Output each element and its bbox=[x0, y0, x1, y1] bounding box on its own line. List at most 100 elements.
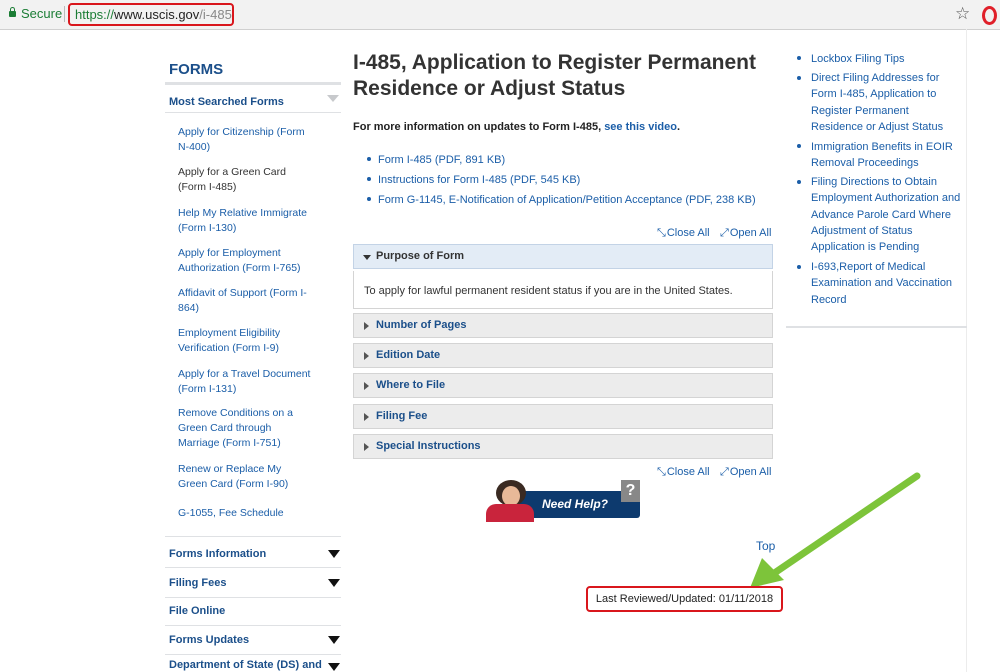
document-link[interactable]: Instructions for Form I-485 (PDF, 545 KB… bbox=[367, 174, 580, 186]
address-divider bbox=[64, 6, 65, 22]
chevron-down-icon[interactable] bbox=[328, 550, 340, 558]
sidebar-link[interactable]: Apply for Employment Authorization (Form… bbox=[178, 246, 313, 276]
sidebar-link[interactable]: Apply for a Travel Document (Form I-131) bbox=[178, 367, 313, 397]
url-protocol: https:// bbox=[75, 7, 115, 22]
sidebar-section-forms-updates[interactable]: Forms Updates bbox=[169, 634, 249, 646]
related-link[interactable]: I-693,Report of Medical Examination and … bbox=[811, 259, 963, 308]
related-link[interactable]: Direct Filing Addresses for Form I-485, … bbox=[811, 70, 963, 135]
collapse-icon: ⤡ bbox=[657, 227, 666, 239]
sidebar-link[interactable]: G-1055, Fee Schedule bbox=[178, 506, 313, 521]
expand-icon: ⤢ bbox=[720, 227, 729, 239]
annotation-arrow-shaft bbox=[766, 472, 921, 580]
accordion-filing-fee[interactable]: Filing Fee bbox=[353, 404, 773, 429]
sidebar-link[interactable]: Employment Eligibility Verification (For… bbox=[178, 326, 313, 356]
url-host: www.uscis.gov bbox=[114, 7, 200, 22]
open-all-label: Open All bbox=[729, 227, 772, 239]
chevron-down-icon[interactable] bbox=[328, 663, 340, 671]
sidebar-link[interactable]: Affidavit of Support (Form I-864) bbox=[178, 286, 313, 316]
most-searched-heading[interactable]: Most Searched Forms bbox=[169, 96, 284, 108]
accordion-body: To apply for lawful permanent resident s… bbox=[353, 271, 773, 309]
bullet-icon bbox=[797, 265, 801, 269]
question-mark-icon: ? bbox=[621, 480, 640, 502]
secure-indicator[interactable]: Secure bbox=[9, 6, 62, 21]
sidebar-divider bbox=[165, 654, 341, 655]
sidebar-link[interactable]: Remove Conditions on a Green Card throug… bbox=[178, 406, 303, 451]
accordion-number-of-pages[interactable]: Number of Pages bbox=[353, 313, 773, 338]
caret-right-icon bbox=[364, 382, 369, 390]
sidebar-section-filing-fees[interactable]: Filing Fees bbox=[169, 577, 226, 589]
address-bar: Secure https://www.uscis.gov/i-485 ☆ bbox=[0, 0, 1000, 30]
bullet-icon bbox=[367, 157, 371, 161]
bullet-icon bbox=[367, 197, 371, 201]
chevron-down-icon[interactable] bbox=[327, 95, 339, 102]
document-link[interactable]: Form I-485 (PDF, 891 KB) bbox=[367, 154, 505, 166]
collapse-icon: ⤡ bbox=[657, 466, 666, 478]
annotation-arrow bbox=[750, 472, 921, 588]
purpose-text: To apply for lawful permanent resident s… bbox=[364, 285, 733, 297]
secure-label: Secure bbox=[21, 6, 63, 21]
more-info-end: . bbox=[676, 121, 681, 133]
accordion-edition-date[interactable]: Edition Date bbox=[353, 343, 773, 368]
bookmark-star-icon[interactable]: ☆ bbox=[955, 4, 970, 24]
need-help-label: Need Help? bbox=[542, 497, 609, 511]
related-link[interactable]: Filing Directions to Obtain Employment A… bbox=[811, 174, 963, 255]
last-reviewed-date: Last Reviewed/Updated: 01/11/2018 bbox=[586, 586, 783, 612]
sidebar-link[interactable]: Apply for Citizenship (Form N-400) bbox=[178, 125, 313, 155]
accordion-purpose-of-form[interactable]: Purpose of Form bbox=[353, 244, 773, 269]
open-all-button[interactable]: ⤢Open All bbox=[720, 227, 771, 240]
document-link-label: Instructions for Form I-485 (PDF, 545 KB… bbox=[378, 174, 581, 186]
caret-right-icon bbox=[364, 352, 369, 360]
sidebar-link-current[interactable]: Apply for a Green Card (Form I-485) bbox=[178, 165, 313, 195]
related-link[interactable]: Lockbox Filing Tips bbox=[811, 51, 963, 67]
more-info-text: For more information on updates to Form … bbox=[353, 121, 680, 133]
content-border bbox=[966, 29, 967, 672]
related-link[interactable]: Immigration Benefits in EOIR Removal Pro… bbox=[811, 139, 963, 172]
caret-right-icon bbox=[364, 413, 369, 421]
need-help-button[interactable]: Need Help? ? bbox=[482, 478, 640, 522]
accordion-where-to-file[interactable]: Where to File bbox=[353, 373, 773, 398]
lock-icon bbox=[9, 7, 16, 17]
agent-face bbox=[502, 486, 520, 506]
sidebar-title: FORMS bbox=[169, 61, 224, 78]
video-link[interactable]: see this video bbox=[604, 121, 677, 133]
sidebar-divider bbox=[165, 82, 341, 85]
agent-body bbox=[486, 504, 534, 522]
bullet-icon bbox=[797, 180, 801, 184]
sidebar-section-file-online[interactable]: File Online bbox=[169, 605, 225, 617]
url-path: /i-485 bbox=[199, 7, 232, 22]
bullet-icon bbox=[797, 56, 801, 60]
caret-right-icon bbox=[364, 322, 369, 330]
accordion-special-instructions[interactable]: Special Instructions bbox=[353, 434, 773, 459]
sidebar-section-department-of-state[interactable]: Department of State (DS) and bbox=[169, 659, 322, 671]
caret-right-icon bbox=[364, 443, 369, 451]
sidebar-divider bbox=[165, 112, 341, 113]
bullet-icon bbox=[797, 144, 801, 148]
close-all-label: Close All bbox=[666, 466, 710, 478]
document-link[interactable]: Form G-1145, E-Notification of Applicati… bbox=[367, 194, 756, 206]
accordion-label: Edition Date bbox=[376, 349, 441, 361]
accordion-label: Filing Fee bbox=[376, 410, 428, 422]
sidebar-section-forms-information[interactable]: Forms Information bbox=[169, 548, 266, 560]
caret-down-icon bbox=[363, 255, 371, 260]
bullet-icon bbox=[367, 177, 371, 181]
sidebar-divider bbox=[165, 597, 341, 598]
sidebar-link[interactable]: Renew or Replace My Green Card (Form I-9… bbox=[178, 462, 313, 492]
close-all-label: Close All bbox=[666, 227, 710, 239]
close-all-button[interactable]: ⤡Close All bbox=[657, 466, 710, 479]
right-divider bbox=[786, 326, 967, 328]
opera-icon[interactable] bbox=[982, 6, 997, 25]
accordion-label: Purpose of Form bbox=[376, 250, 465, 262]
document-link-label: Form G-1145, E-Notification of Applicati… bbox=[378, 194, 756, 206]
accordion-label: Where to File bbox=[376, 379, 446, 391]
bullet-icon bbox=[797, 76, 801, 80]
url-field[interactable]: https://www.uscis.gov/i-485 bbox=[68, 3, 234, 26]
document-link-label: Form I-485 (PDF, 891 KB) bbox=[378, 154, 506, 166]
accordion-label: Special Instructions bbox=[376, 440, 481, 452]
sidebar-link[interactable]: Help My Relative Immigrate (Form I-130) bbox=[178, 206, 313, 236]
sidebar-divider bbox=[165, 536, 341, 537]
chevron-down-icon[interactable] bbox=[328, 636, 340, 644]
expand-icon: ⤢ bbox=[720, 466, 729, 478]
close-all-button[interactable]: ⤡Close All bbox=[657, 227, 710, 240]
page-title: I-485, Application to Register Permanent… bbox=[353, 51, 756, 100]
chevron-down-icon[interactable] bbox=[328, 579, 340, 587]
